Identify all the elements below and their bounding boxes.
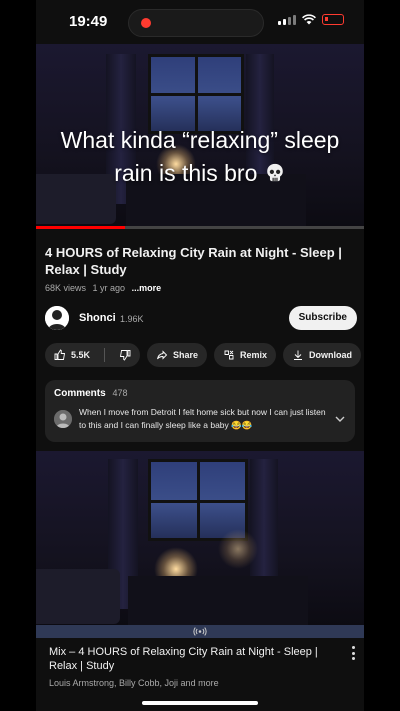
like-separator	[104, 348, 106, 362]
download-icon	[294, 350, 303, 360]
monitor-glow	[218, 529, 258, 569]
remix-button[interactable]: Remix	[214, 343, 277, 367]
view-count: 68K views	[45, 283, 87, 293]
recording-indicator	[141, 18, 151, 28]
share-icon	[157, 350, 168, 360]
comments-count: 478	[112, 388, 128, 398]
comments-heading: Comments 478	[54, 388, 128, 399]
status-bar: 19:49	[36, 0, 364, 44]
share-button[interactable]: Share	[147, 343, 208, 367]
more-link[interactable]: ...more	[132, 283, 162, 293]
desk-shadow-2	[128, 576, 308, 626]
status-time: 19:49	[69, 13, 108, 30]
live-icon	[193, 627, 207, 636]
subscriber-count: 1.96K	[120, 314, 144, 324]
caption-overlay: What kinda “relaxing” sleep rain is this…	[36, 124, 364, 190]
mix-thumbnail[interactable]	[36, 451, 364, 626]
like-dislike-pill: 5.5K	[45, 343, 141, 367]
share-label: Share	[173, 350, 199, 360]
channel-name[interactable]: Shonci	[79, 312, 116, 324]
progress-fill	[36, 226, 125, 229]
download-label: Download	[309, 350, 353, 360]
battery-icon	[322, 14, 344, 25]
video-meta: 68K views 1 yr ago ...more	[45, 283, 161, 293]
like-button[interactable]: 5.5K	[45, 343, 99, 367]
chevron-down-icon[interactable]	[335, 414, 345, 424]
video-progress-bar[interactable]	[36, 226, 364, 229]
caption-line-1: What kinda “relaxing” sleep	[60, 127, 340, 153]
skull-icon	[266, 163, 283, 182]
dislike-button[interactable]	[110, 343, 140, 367]
mix-title[interactable]: Mix – 4 HOURS of Relaxing City Rain at N…	[49, 645, 339, 673]
commenter-avatar	[54, 410, 72, 428]
caption-line-2: rain is this bro	[114, 160, 258, 186]
more-vert-icon[interactable]	[350, 646, 356, 660]
top-comment-text: When I move from Detroit I felt home sic…	[79, 407, 326, 430]
home-indicator[interactable]	[142, 701, 258, 705]
comments-card[interactable]: Comments 478 When I move from Detroit I …	[45, 380, 355, 442]
download-button[interactable]: Download	[283, 343, 362, 367]
action-bar: 5.5K Share Remix Download	[45, 343, 362, 367]
channel-row: Shonci 1.96K Subscribe	[45, 306, 357, 332]
dynamic-island	[128, 9, 264, 37]
dislike-icon	[119, 350, 131, 361]
comments-title: Comments	[54, 388, 106, 399]
mix-artists: Louis Armstrong, Billy Cobb, Joji and mo…	[49, 678, 219, 688]
upload-age: 1 yr ago	[92, 283, 126, 293]
like-count: 5.5K	[71, 350, 91, 360]
wifi-icon	[302, 14, 316, 25]
phone-screen: 19:49 What kinda “relaxing” sleep rain i…	[36, 0, 364, 711]
subscribe-button[interactable]: Subscribe	[288, 306, 357, 330]
window-image	[148, 54, 244, 134]
like-icon	[54, 349, 66, 360]
remix-icon	[224, 350, 234, 360]
signal-icon	[278, 14, 296, 25]
bed-shadow-2	[36, 569, 120, 624]
video-title: 4 HOURS of Relaxing City Rain at Night -…	[45, 245, 342, 277]
channel-avatar[interactable]	[45, 306, 69, 330]
status-icons	[278, 14, 344, 25]
remix-label: Remix	[240, 350, 268, 360]
mix-bar	[36, 625, 364, 638]
